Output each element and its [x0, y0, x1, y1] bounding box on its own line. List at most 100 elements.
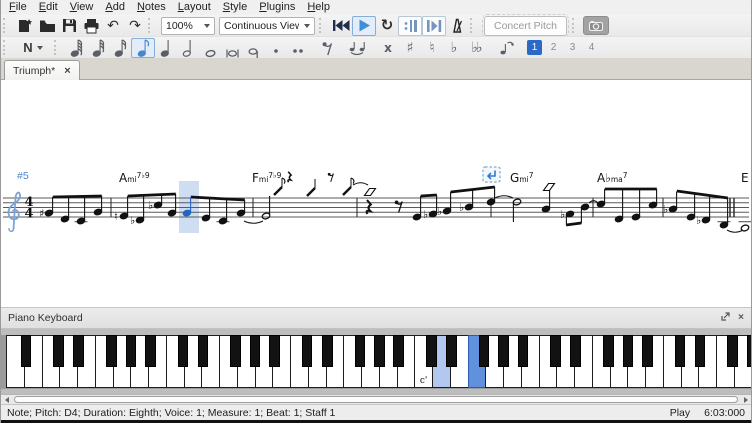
piano-keyboard-panel: c'	[1, 329, 751, 404]
svg-text:♮: ♮	[114, 210, 118, 223]
undo-icon[interactable]: ↶	[102, 16, 124, 35]
middle-c-label: c'	[415, 376, 432, 386]
piano-key-Fs6[interactable]	[727, 335, 738, 367]
duration-half-button[interactable]	[177, 38, 199, 57]
svg-text:♭: ♭	[437, 205, 442, 218]
piano-key-Gs3[interactable]	[374, 335, 385, 367]
piano-key-Cs1[interactable]	[53, 335, 64, 367]
pan-score-icon[interactable]	[422, 16, 446, 36]
open-slash-notehead	[365, 189, 376, 196]
piano-key-Gs5[interactable]	[623, 335, 634, 367]
piano-key-Cs6[interactable]	[675, 335, 686, 367]
panel-close-icon[interactable]: ×	[738, 313, 744, 323]
piano-key-As5[interactable]	[642, 335, 653, 367]
duration-eighth-button[interactable]	[131, 38, 155, 58]
menu-layout[interactable]: Layout	[172, 0, 217, 15]
menu-file[interactable]: File	[3, 0, 33, 15]
duration-32nd-button[interactable]	[87, 38, 109, 57]
duration-breve-button[interactable]	[221, 38, 243, 57]
note-input-mode-button[interactable]: N	[14, 38, 52, 57]
menu-add[interactable]: Add	[99, 0, 131, 15]
image-capture-icon[interactable]	[583, 16, 609, 35]
menu-plugins[interactable]: Plugins	[253, 0, 301, 15]
double-dot-button[interactable]	[287, 38, 309, 57]
tie-button[interactable]	[347, 38, 369, 57]
piano-key-Gs4[interactable]	[498, 335, 509, 367]
concert-pitch-button[interactable]: Concert Pitch	[484, 16, 567, 36]
piano-key-Gs2[interactable]	[250, 335, 261, 367]
menu-style[interactable]: Style	[217, 0, 253, 15]
sharp-button[interactable]: ♯	[399, 38, 421, 57]
flip-direction-button[interactable]	[495, 38, 517, 57]
voice-1-button[interactable]: 1	[527, 40, 542, 55]
play-icon[interactable]	[352, 16, 376, 36]
piano-key-Fs1[interactable]	[106, 335, 117, 367]
slash-notehead	[307, 188, 315, 196]
chevron-down-icon	[204, 24, 210, 28]
duration-64th-button[interactable]	[65, 38, 87, 57]
open-file-icon[interactable]	[36, 16, 58, 35]
piano-key-Ds2[interactable]	[198, 335, 209, 367]
status-time: 6:03:000	[704, 407, 745, 419]
piano-key-As2[interactable]	[269, 335, 280, 367]
piano-key-Cs5[interactable]	[550, 335, 561, 367]
natural-button[interactable]: ♮	[421, 38, 443, 57]
loop-playback-icon[interactable]: ↻	[376, 16, 398, 35]
tab-close-icon[interactable]: ×	[64, 66, 70, 77]
piano-key-Gs1[interactable]	[126, 335, 137, 367]
zoom-select[interactable]: 100%	[161, 17, 215, 35]
flat-button[interactable]: ♭	[443, 38, 465, 57]
scroll-left-icon[interactable]	[1, 395, 12, 404]
svg-text:♭: ♭	[663, 203, 668, 216]
rest-button[interactable]	[317, 38, 339, 57]
duration-16th-button[interactable]	[109, 38, 131, 57]
double-sharp-button[interactable]: x	[377, 38, 399, 57]
piano-key-Fs3[interactable]	[355, 335, 366, 367]
piano-key-Gs6[interactable]	[747, 335, 752, 367]
voice-4-button[interactable]: 4	[584, 40, 599, 55]
double-flat-button[interactable]: ♭♭	[465, 38, 487, 57]
voice-3-button[interactable]: 3	[565, 40, 580, 55]
duration-whole-button[interactable]	[199, 38, 221, 57]
save-icon[interactable]	[58, 16, 80, 35]
toolbar-separator	[148, 18, 155, 33]
piano-key-Ds1[interactable]	[73, 335, 84, 367]
piano-key-Ds6[interactable]	[695, 335, 706, 367]
piano-key-Ds5[interactable]	[570, 335, 581, 367]
view-mode-select[interactable]: Continuous View	[219, 17, 315, 35]
piano-key-Ds3[interactable]	[322, 335, 333, 367]
duration-quarter-button[interactable]	[155, 38, 177, 57]
new-score-icon[interactable]	[14, 16, 36, 35]
print-icon[interactable]	[80, 16, 102, 35]
piano-key-Cs4[interactable]	[426, 335, 437, 367]
menu-notes[interactable]: Notes	[131, 0, 172, 15]
score-canvas[interactable]: #5 44Ami7♭9Fmi7♭9Gmi7A♭ma7E♯♮♭♭♭♭♭♭♭♭	[1, 80, 752, 307]
rewind-icon[interactable]	[330, 16, 352, 35]
view-mode-value: Continuous View	[224, 20, 299, 32]
menu-help[interactable]: Help	[301, 0, 336, 15]
piano-key-As3[interactable]	[393, 335, 404, 367]
piano-key-Fs4[interactable]	[479, 335, 490, 367]
menu-view[interactable]: View	[64, 0, 100, 15]
duration-longa-button[interactable]	[243, 38, 265, 57]
redo-icon[interactable]: ↷	[124, 16, 146, 35]
piano-key-Fs2[interactable]	[230, 335, 241, 367]
voice-2-button[interactable]: 2	[546, 40, 561, 55]
menu-edit[interactable]: Edit	[33, 0, 64, 15]
piano-key-As4[interactable]	[518, 335, 529, 367]
piano-key-Cs2[interactable]	[178, 335, 189, 367]
panel-float-icon[interactable]	[721, 312, 730, 324]
metronome-icon[interactable]	[446, 16, 468, 35]
piano-key-Ds4[interactable]	[446, 335, 457, 367]
augmentation-dot-button[interactable]	[265, 38, 287, 57]
piano-key-Fs5[interactable]	[603, 335, 614, 367]
scrollbar-thumb[interactable]	[14, 396, 738, 403]
scroll-right-icon[interactable]	[740, 395, 751, 404]
play-repeats-icon[interactable]	[398, 16, 422, 36]
piano-scrollbar[interactable]	[1, 394, 751, 404]
piano-key-As1[interactable]	[145, 335, 156, 367]
tab-triumph[interactable]: Triumph* ×	[4, 60, 80, 81]
piano-key-As0[interactable]	[21, 335, 32, 367]
tab-title: Triumph*	[13, 65, 55, 77]
piano-key-Cs3[interactable]	[302, 335, 313, 367]
